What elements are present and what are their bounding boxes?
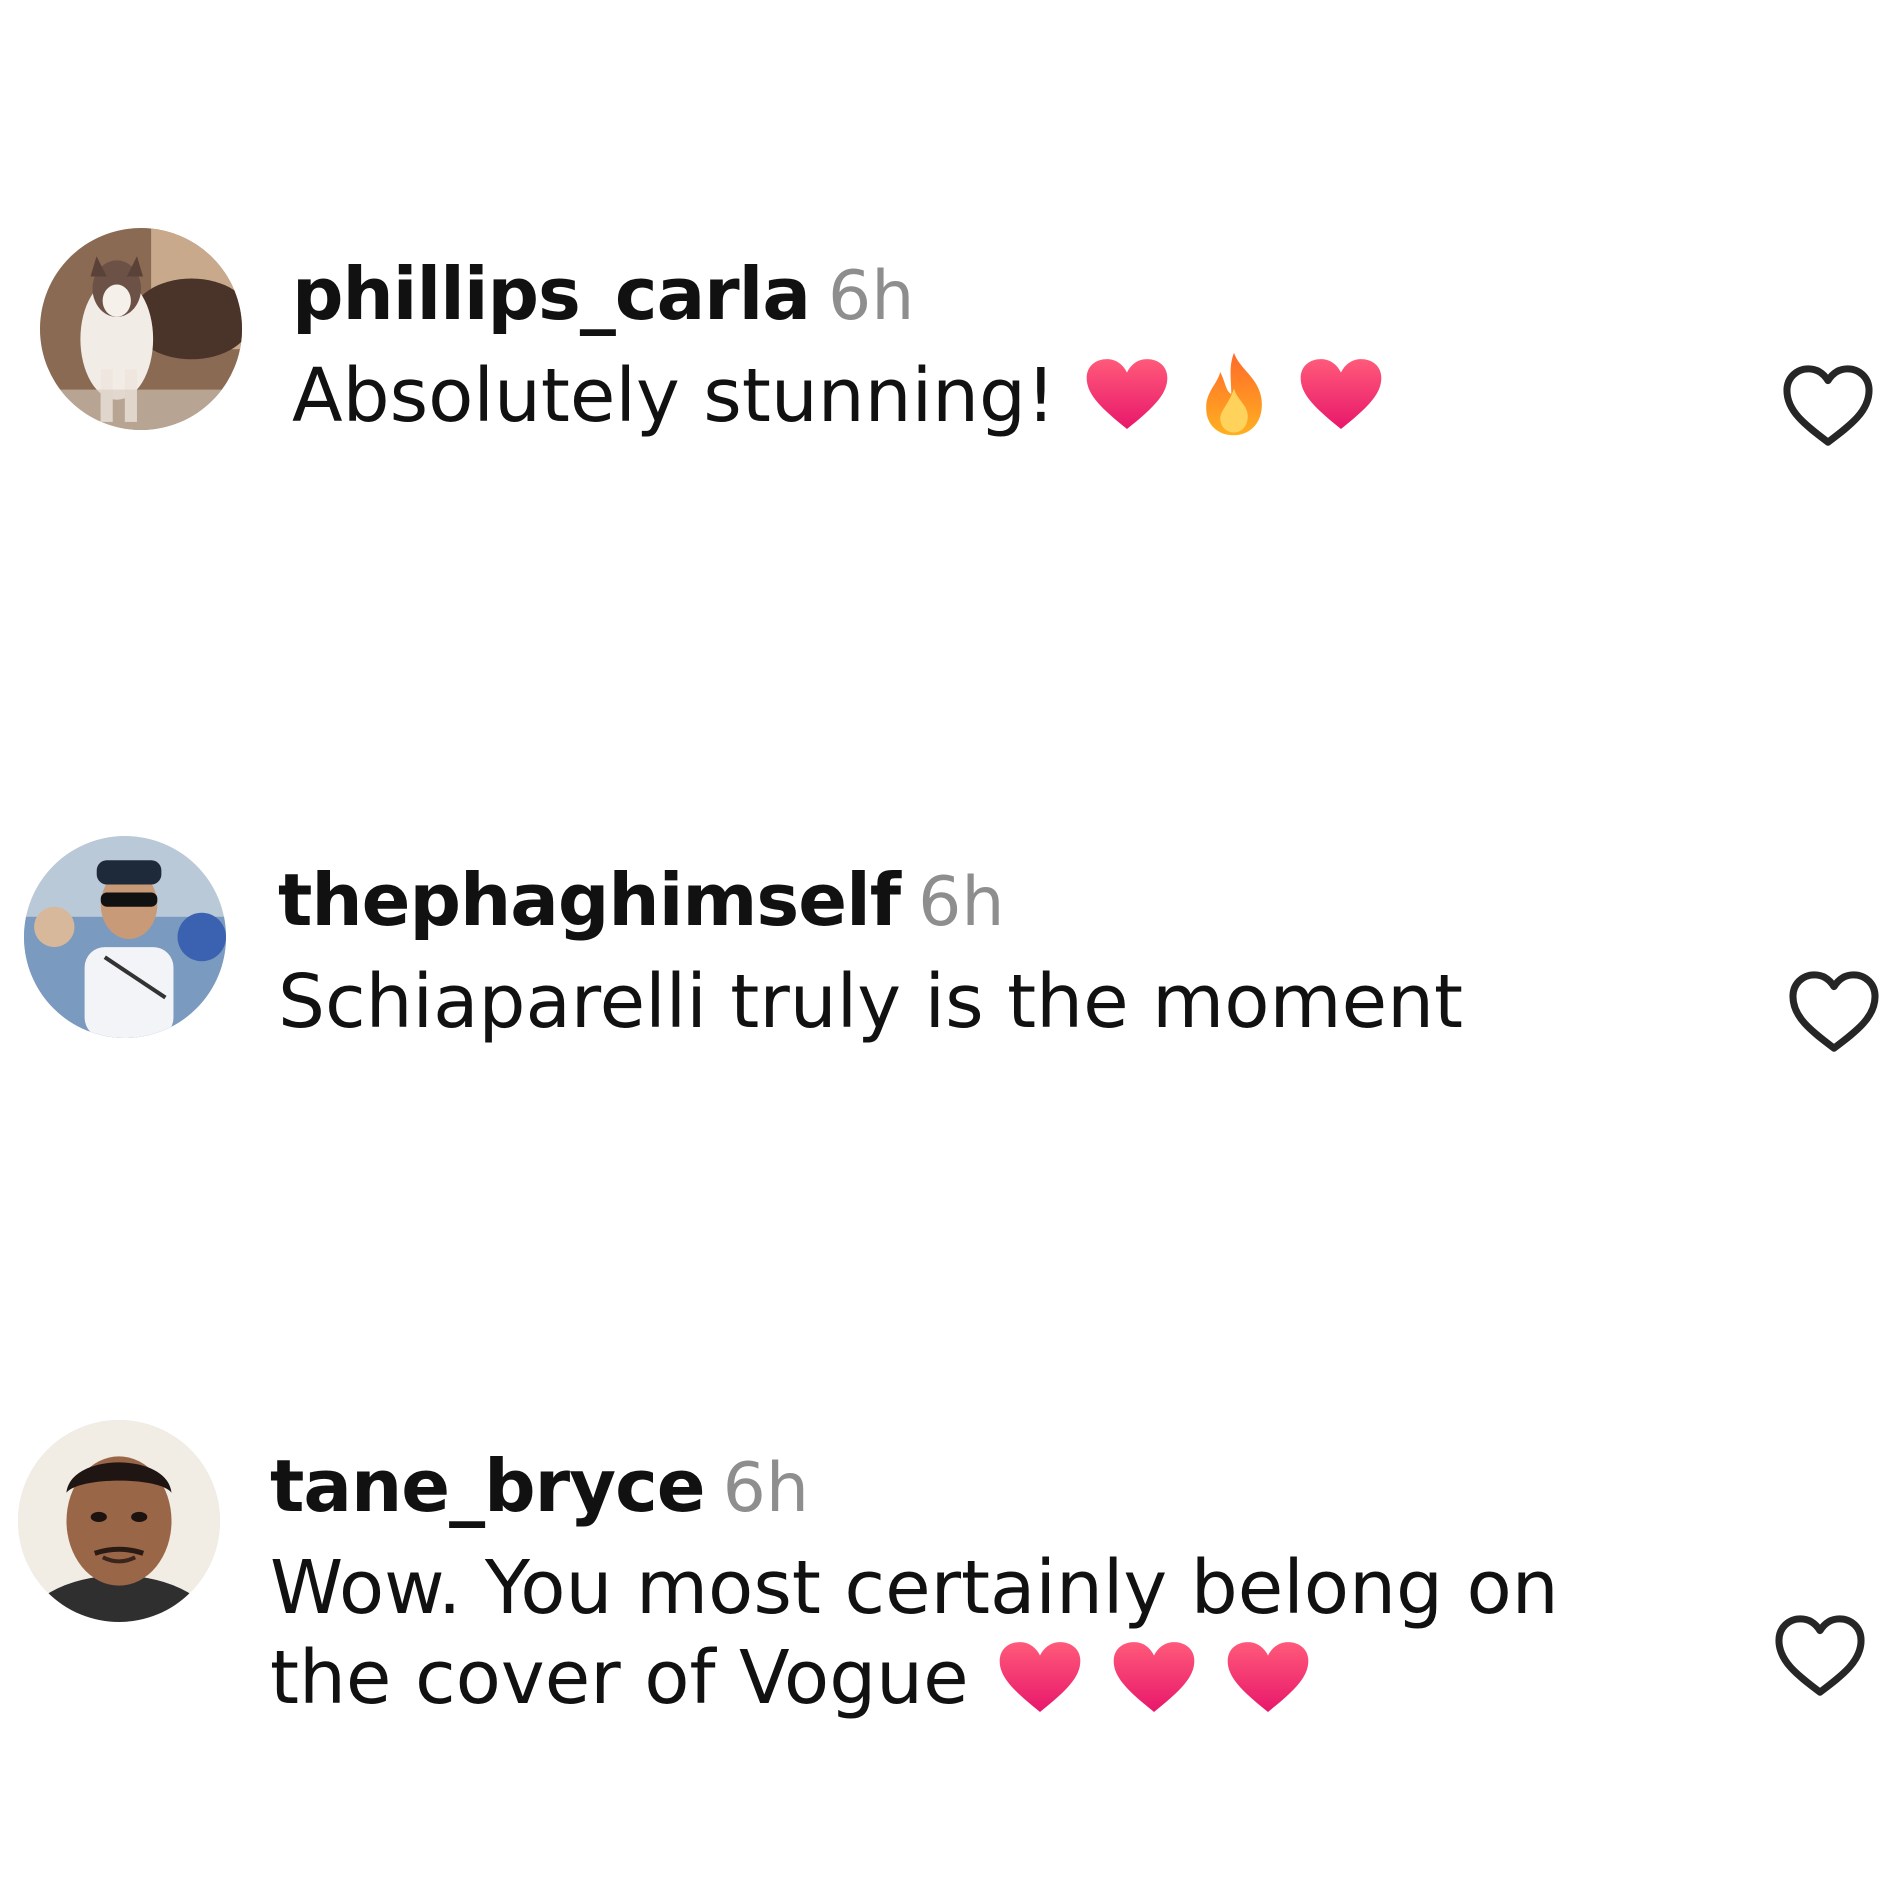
avatar-man-sunglasses-image — [24, 836, 226, 1038]
like-button[interactable] — [1772, 1612, 1868, 1698]
like-button[interactable] — [1780, 362, 1876, 448]
fire-emoji — [1198, 350, 1270, 438]
avatar[interactable] — [18, 1420, 220, 1622]
comment-line-with-emojis: the cover of Vogue — [270, 1633, 1559, 1723]
username[interactable]: phillips_carla — [292, 252, 811, 336]
comment-line: Schiaparelli truly is the moment — [278, 959, 1464, 1045]
red-heart-emoji — [1225, 1639, 1311, 1715]
username[interactable]: thephaghimself — [278, 858, 901, 942]
avatar-man-portrait-image — [18, 1420, 220, 1622]
comment-line: Wow. You most certainly belong on — [270, 1545, 1559, 1631]
comment-text: Absolutely stunning! — [292, 351, 1384, 444]
heart-outline-icon — [1775, 1615, 1865, 1696]
username[interactable]: tane_bryce — [270, 1444, 706, 1528]
comment-header: phillips_carla 6h — [292, 258, 1384, 331]
comment-header: thephaghimself 6h — [278, 864, 1463, 937]
red-heart-emoji — [1111, 1639, 1197, 1715]
timestamp[interactable]: 6h — [723, 1449, 809, 1528]
comment-line: Absolutely stunning! — [292, 353, 1056, 439]
red-heart-emoji — [997, 1639, 1083, 1715]
red-heart-emoji — [1298, 356, 1384, 432]
red-heart-emoji — [1084, 356, 1170, 432]
comment-text: Wow. You most certainly belong on the co… — [270, 1543, 1559, 1724]
comment-header: tane_bryce 6h — [270, 1450, 1559, 1523]
like-button[interactable] — [1786, 968, 1882, 1054]
comment-line: the cover of Vogue — [270, 1635, 969, 1722]
avatar-husky-image — [40, 228, 242, 430]
timestamp[interactable]: 6h — [828, 257, 914, 336]
avatar[interactable] — [40, 228, 242, 430]
heart-outline-icon — [1789, 971, 1879, 1052]
comment-text: Schiaparelli truly is the moment — [278, 957, 1463, 1047]
timestamp[interactable]: 6h — [918, 863, 1004, 942]
avatar[interactable] — [24, 836, 226, 1038]
heart-outline-icon — [1783, 365, 1873, 446]
